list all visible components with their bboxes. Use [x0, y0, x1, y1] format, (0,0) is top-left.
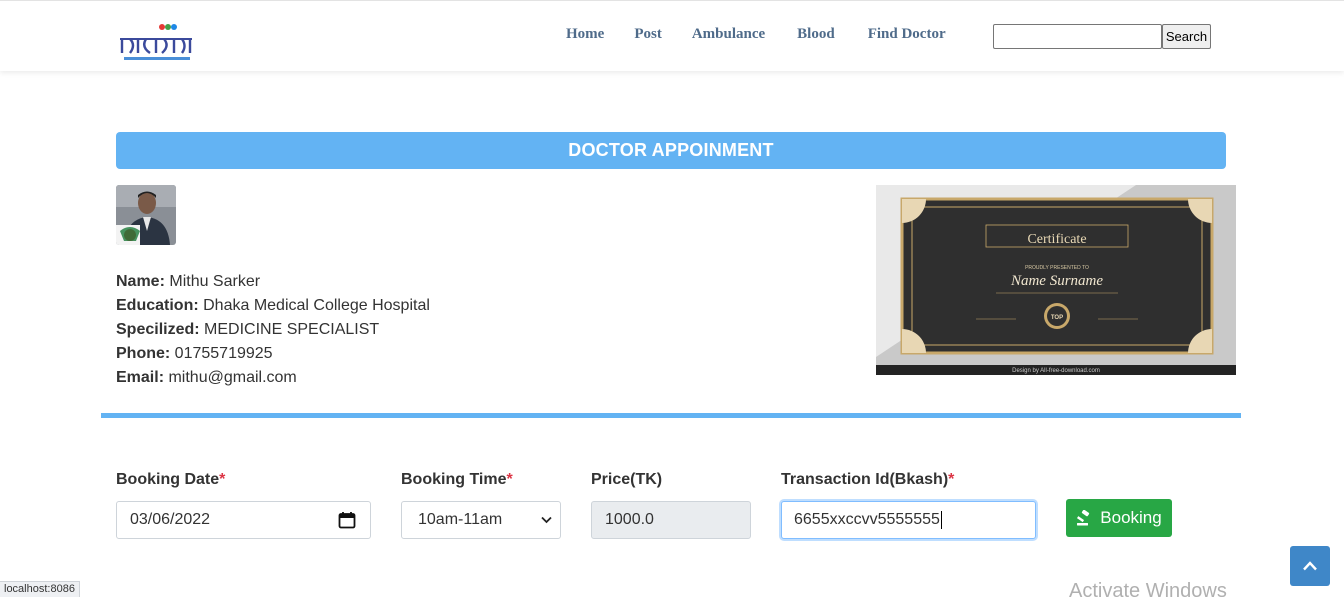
doctor-email: mithu@gmail.com	[168, 369, 297, 386]
certificate-image: Design by All-free-download.com Certific…	[876, 185, 1236, 375]
booking-time-value: 10am-11am	[418, 511, 503, 528]
search-button[interactable]: Search	[1162, 24, 1211, 49]
chevron-up-icon	[1303, 561, 1317, 571]
education-label: Education:	[116, 297, 199, 314]
chevron-down-icon	[541, 516, 552, 524]
nav-link-post[interactable]: Post	[634, 26, 662, 43]
nav-link-find-doctor[interactable]: Find Doctor	[868, 26, 946, 43]
doctor-info: Name: Mithu Sarker Education: Dhaka Medi…	[116, 270, 430, 390]
doctor-phone-row: Phone: 01755719925	[116, 342, 430, 366]
doctor-phone: 01755719925	[174, 345, 273, 362]
transaction-id-label: Transaction Id(Bkash)*	[781, 471, 955, 488]
doctor-name-row: Name: Mithu Sarker	[116, 270, 430, 294]
phone-label: Phone:	[116, 345, 171, 362]
doctor-avatar	[116, 185, 176, 245]
required-mark: *	[506, 471, 513, 488]
status-bar-url: localhost:8086	[0, 581, 80, 597]
gavel-icon	[1077, 510, 1090, 526]
booking-button-label: Booking	[1100, 508, 1162, 527]
price-value: 1000.0	[605, 511, 654, 528]
nav-link-ambulance[interactable]: Ambulance	[692, 26, 765, 43]
section-divider	[101, 413, 1241, 418]
certificate-title: Certificate	[1027, 232, 1086, 247]
calendar-icon[interactable]	[338, 511, 356, 529]
booking-time-select[interactable]: 10am-11am	[401, 501, 561, 539]
doctor-education: Dhaka Medical College Hospital	[203, 297, 430, 314]
booking-date-value: 03/06/2022	[130, 511, 211, 528]
doctor-specialized-row: Specilized: MEDICINE SPECIALIST	[116, 318, 430, 342]
doctor-email-row: Email: mithu@gmail.com	[116, 366, 430, 390]
required-mark: *	[219, 471, 226, 488]
scroll-to-top-button[interactable]	[1290, 546, 1330, 586]
specialized-label: Specilized:	[116, 321, 200, 338]
transaction-id-input[interactable]: 6655xxccvv5555555	[781, 501, 1036, 539]
top-navbar: Home Post Ambulance Blood Find Doctor Se…	[0, 0, 1344, 71]
nav-link-home[interactable]: Home	[566, 26, 604, 43]
doctor-specialized: MEDICINE SPECIALIST	[204, 321, 380, 338]
page-title: DOCTOR APPOINMENT	[116, 132, 1226, 169]
certificate-credit: Design by All-free-download.com	[1012, 368, 1100, 374]
booking-date-label: Booking Date*	[116, 471, 226, 488]
search-input[interactable]	[993, 24, 1162, 49]
doctor-name: Mithu Sarker	[169, 273, 261, 290]
booking-time-label: Booking Time*	[401, 471, 513, 488]
certificate-subtitle: PROUDLY PRESENTED TO	[1025, 265, 1089, 271]
activate-windows-watermark: Activate Windows	[1069, 580, 1227, 597]
nav-links: Home Post Ambulance Blood Find Doctor	[566, 26, 976, 43]
transaction-id-value: 6655xxccvv5555555	[794, 511, 940, 528]
required-mark: *	[948, 471, 955, 488]
price-field: 1000.0	[591, 501, 751, 539]
certificate-recipient: Name Surname	[1010, 273, 1103, 289]
booking-button[interactable]: Booking	[1066, 499, 1172, 537]
nav-link-blood[interactable]: Blood	[797, 26, 835, 43]
name-label: Name:	[116, 273, 165, 290]
email-label: Email:	[116, 369, 165, 386]
price-label: Price(TK)	[591, 471, 663, 488]
doctor-education-row: Education: Dhaka Medical College Hospita…	[116, 294, 430, 318]
text-cursor	[940, 511, 942, 529]
booking-date-input[interactable]: 03/06/2022	[116, 501, 371, 539]
site-logo[interactable]	[116, 21, 196, 63]
certificate-badge: TOP	[1051, 315, 1063, 321]
